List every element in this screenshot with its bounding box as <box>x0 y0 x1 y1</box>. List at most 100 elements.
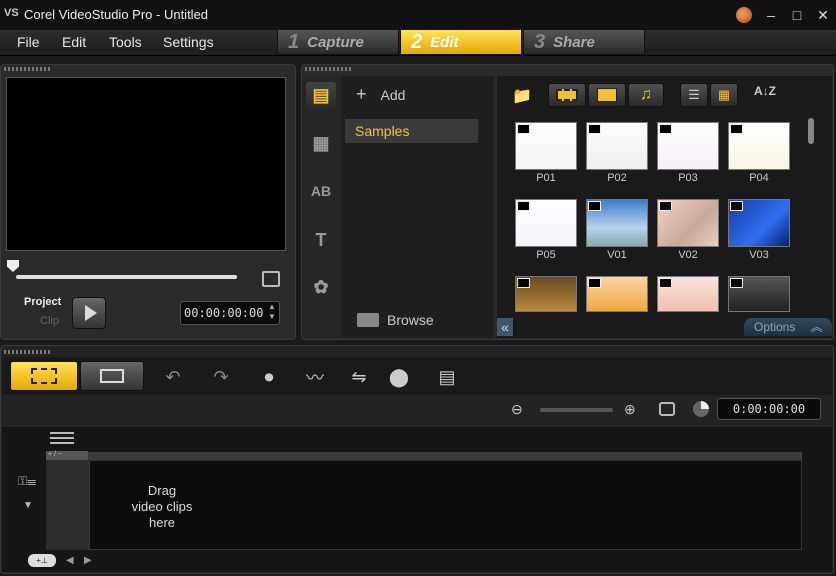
window-controls: – □ ✕ <box>736 0 836 30</box>
show-audio-button[interactable]: ♫ <box>628 83 664 107</box>
tab-capture[interactable]: 1 Capture <box>277 29 399 55</box>
media-icon[interactable]: ▤ <box>306 82 336 108</box>
browse-label: Browse <box>387 312 434 328</box>
track-manager-icon[interactable]: ⚿☰ <box>18 474 40 488</box>
motion-tracking-icon[interactable]: ⬤ <box>386 366 412 388</box>
menu-tools[interactable]: Tools <box>109 34 142 50</box>
library-thumbnail[interactable] <box>586 276 648 312</box>
thumbnail-label: V01 <box>607 249 627 261</box>
project-mode-label[interactable]: Project <box>24 296 61 308</box>
auto-music-icon[interactable]: ⇋ <box>346 366 372 388</box>
step-label: Share <box>553 33 595 51</box>
scroll-right-icon[interactable]: ▶ <box>84 555 92 566</box>
timecode-stepper-icon[interactable]: ▲ ▼ <box>268 302 276 322</box>
play-button[interactable] <box>72 297 106 329</box>
scroll-left-icon[interactable]: ◀ <box>66 555 74 566</box>
minimize-button[interactable]: – <box>758 0 784 30</box>
photo-tag-icon <box>517 201 530 211</box>
chevron-up-icon: ︽ <box>810 320 823 334</box>
video-track-header <box>46 460 89 550</box>
library-thumbnail[interactable] <box>728 122 790 170</box>
photo-tag-icon <box>588 124 601 134</box>
redo-icon[interactable]: ↷ <box>208 366 234 388</box>
zoom-slider[interactable] <box>540 408 613 412</box>
enlarge-preview-icon[interactable] <box>262 271 280 287</box>
text-icon[interactable]: T <box>306 227 336 253</box>
menu-settings[interactable]: Settings <box>163 34 214 50</box>
tab-edit[interactable]: 2 Edit <box>400 29 522 55</box>
list-view-button[interactable]: ☰ <box>680 83 708 107</box>
video-tag-icon <box>517 278 530 288</box>
sound-mixer-icon[interactable]: 〰 <box>302 366 328 388</box>
timeline-view-button[interactable] <box>10 361 78 391</box>
options-button[interactable]: Options ︽ <box>744 318 832 336</box>
video-tag-icon <box>659 201 672 211</box>
sort-icon[interactable]: A↓Z <box>754 84 778 106</box>
title-ab-icon[interactable]: AB <box>306 178 336 204</box>
storyboard-view-button[interactable] <box>80 361 144 391</box>
show-videos-button[interactable] <box>548 83 586 107</box>
clip-mode-label[interactable]: Clip <box>40 315 59 327</box>
browse-button[interactable]: Browse <box>357 312 434 328</box>
scrubber-track[interactable] <box>16 275 237 279</box>
panel-grip[interactable] <box>4 350 50 354</box>
library-thumbnail[interactable] <box>657 276 719 312</box>
play-icon <box>84 305 97 321</box>
photo-icon <box>597 88 617 102</box>
fit-project-icon[interactable] <box>659 402 675 416</box>
library-thumbnail[interactable] <box>728 199 790 247</box>
step-label: Capture <box>307 33 364 51</box>
storyboard-icon <box>100 369 124 383</box>
drag-hint: Drag video clips here <box>110 483 214 531</box>
add-folder-button[interactable]: + Add <box>356 84 405 105</box>
thumbnail-label: V03 <box>749 249 769 261</box>
player-timecode[interactable]: 00:00:00:00 <box>180 301 280 325</box>
show-photos-button[interactable] <box>588 83 626 107</box>
panel-grip[interactable] <box>305 67 351 71</box>
ruler-tag[interactable]: + / − <box>46 451 88 460</box>
transition-icon[interactable]: ▦ <box>306 130 336 156</box>
window-title: Corel VideoStudio Pro - Untitled <box>24 7 209 22</box>
thumbnail-label: P02 <box>607 172 627 184</box>
library-thumbnail[interactable] <box>586 199 648 247</box>
folder-item-samples[interactable]: Samples <box>345 119 478 143</box>
corel-guide-icon[interactable] <box>736 7 752 23</box>
undo-icon[interactable]: ↶ <box>160 366 186 388</box>
zoom-out-icon[interactable]: ⊖ <box>511 401 523 418</box>
subtitle-editor-icon[interactable]: ▤ <box>434 366 460 388</box>
library-thumbnail[interactable] <box>515 199 577 247</box>
maximize-button[interactable]: □ <box>784 0 810 30</box>
library-thumbnail[interactable] <box>657 122 719 170</box>
collapse-library-icon[interactable]: « <box>497 318 513 336</box>
step-label: Edit <box>430 33 459 51</box>
grid-scrollbar[interactable] <box>808 118 814 144</box>
project-duration-timecode[interactable]: 0:00:00:00 <box>717 398 821 420</box>
graphic-icon[interactable]: ✿ <box>306 274 336 300</box>
zoom-in-icon[interactable]: ⊕ <box>624 401 636 418</box>
library-thumbnail[interactable] <box>657 199 719 247</box>
thumbnail-label: P05 <box>536 249 556 261</box>
drag-hint-line: Drag <box>147 483 177 498</box>
menu-file[interactable]: File <box>17 34 40 50</box>
thumbnail-view-button[interactable]: ▦ <box>710 83 738 107</box>
library-thumbnail[interactable] <box>515 276 577 312</box>
record-capture-icon[interactable]: ⏺ <box>256 366 282 388</box>
chevron-down-icon[interactable]: ▼ <box>23 500 33 511</box>
preview-window <box>6 77 286 251</box>
library-thumbnail[interactable] <box>728 276 790 312</box>
add-track-button[interactable]: +⊥ <box>28 554 56 567</box>
timeline-ruler[interactable] <box>46 452 802 460</box>
app-logo-icon: VS <box>4 7 19 19</box>
menu-edit[interactable]: Edit <box>62 34 86 50</box>
track-list-icon[interactable] <box>50 432 74 446</box>
tab-share[interactable]: 3 Share <box>523 29 645 55</box>
folder-open-icon[interactable]: 📁 <box>512 86 534 105</box>
panel-grip[interactable] <box>4 67 50 71</box>
close-button[interactable]: ✕ <box>810 0 836 30</box>
library-thumbnail[interactable] <box>586 122 648 170</box>
video-tag-icon <box>659 278 672 288</box>
video-tag-icon <box>588 278 601 288</box>
library-thumbnail[interactable] <box>515 122 577 170</box>
drag-hint-line: here <box>148 515 176 530</box>
grid-view-icon: ▦ <box>717 87 731 102</box>
